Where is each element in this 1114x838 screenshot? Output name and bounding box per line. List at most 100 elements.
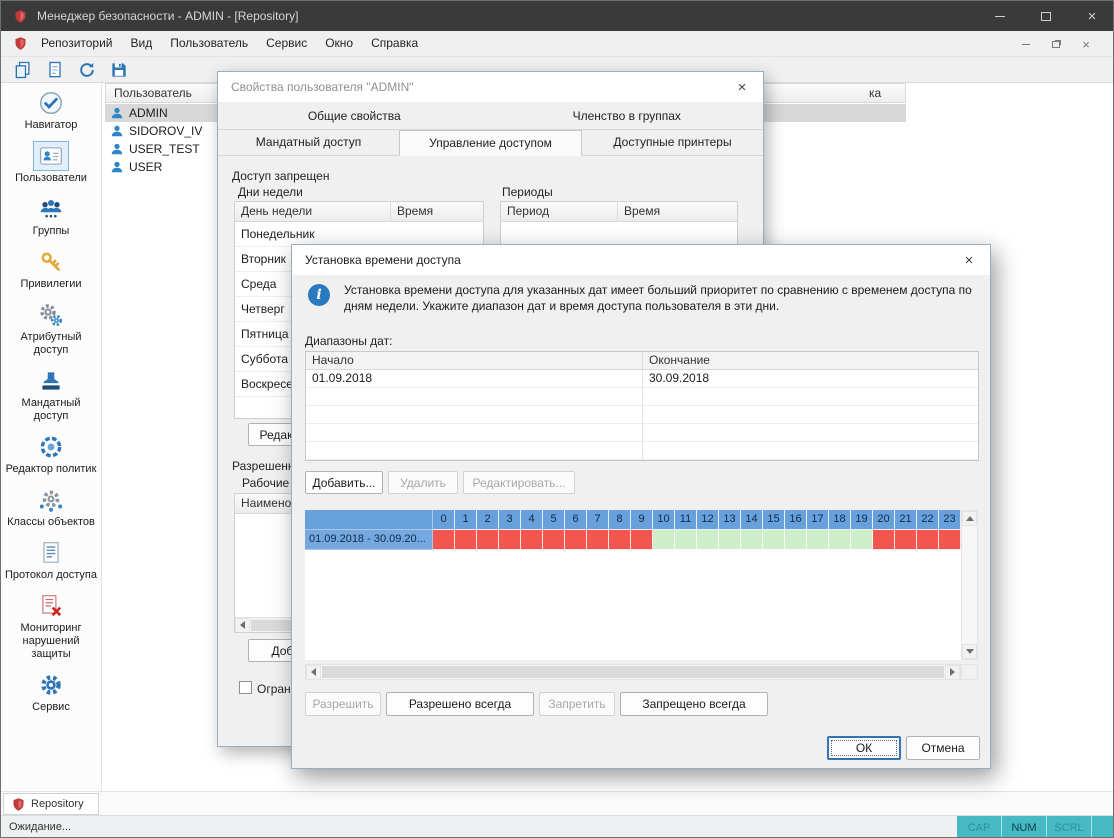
tab-available-printers[interactable]: Доступные принтеры [582, 130, 763, 156]
sidebar-item[interactable]: Привилегии [1, 247, 101, 291]
sidebar-item[interactable]: Сервис [1, 670, 101, 714]
scroll-right-icon[interactable] [945, 665, 960, 680]
grid-cell-hour-13[interactable] [719, 530, 741, 550]
grid-hour-header-16[interactable]: 16 [785, 510, 807, 530]
grid-hour-header-19[interactable]: 19 [851, 510, 873, 530]
week-col-day-header[interactable]: День недели [235, 202, 391, 221]
grid-hour-header-1[interactable]: 1 [455, 510, 477, 530]
edit-range-button[interactable]: Редактировать... [463, 471, 575, 494]
deny-always-button[interactable]: Запрещено всегда [620, 692, 768, 716]
sidebar-item[interactable]: Мониторинг нарушений защиты [1, 591, 101, 661]
grid-cell-hour-11[interactable] [675, 530, 697, 550]
grid-cell-hour-16[interactable] [785, 530, 807, 550]
minimize-icon[interactable] [977, 1, 1023, 31]
grid-cell-hour-20[interactable] [873, 530, 895, 550]
grid-hour-header-15[interactable]: 15 [763, 510, 785, 530]
grid-cell-hour-2[interactable] [477, 530, 499, 550]
properties-dialog-titlebar[interactable]: Свойства пользователя "ADMIN" × [218, 72, 763, 102]
limit-checkbox[interactable] [239, 681, 252, 694]
grid-cell-hour-1[interactable] [455, 530, 477, 550]
tab-group-membership[interactable]: Членство в группах [491, 104, 764, 130]
grid-hour-header-14[interactable]: 14 [741, 510, 763, 530]
menu-item-5[interactable]: Справка [362, 31, 427, 56]
grid-hour-header-5[interactable]: 5 [543, 510, 565, 530]
grid-cell-hour-17[interactable] [807, 530, 829, 550]
periods-col-time-header[interactable]: Время [618, 202, 737, 221]
grid-hour-header-10[interactable]: 10 [653, 510, 675, 530]
repository-tab[interactable]: Repository [3, 793, 99, 815]
menu-item-3[interactable]: Сервис [257, 31, 316, 56]
grid-hour-header-23[interactable]: 23 [939, 510, 961, 530]
sidebar-item[interactable]: Редактор политик [1, 432, 101, 476]
ok-button[interactable]: ОК [827, 736, 901, 760]
grid-cell-hour-10[interactable] [653, 530, 675, 550]
scrollbar-thumb[interactable] [322, 666, 944, 678]
close-icon[interactable]: × [721, 72, 763, 102]
grid-row-label[interactable]: 01.09.2018 - 30.09.20... [305, 530, 433, 550]
grid-cell-hour-6[interactable] [565, 530, 587, 550]
close-icon[interactable]: × [948, 245, 990, 275]
grid-hour-header-20[interactable]: 20 [873, 510, 895, 530]
sidebar-item[interactable]: Пользователи [1, 141, 101, 185]
mdi-close-icon[interactable]: × [1071, 31, 1101, 57]
grid-hour-header-18[interactable]: 18 [829, 510, 851, 530]
date-ranges-table[interactable]: Начало Окончание 01.09.201830.09.2018 [305, 351, 979, 461]
range-row-empty[interactable] [306, 424, 978, 442]
week-col-time-header[interactable]: Время [391, 202, 483, 221]
start-column-header[interactable]: Начало [306, 352, 643, 369]
cancel-button[interactable]: Отмена [906, 736, 980, 760]
grid-hour-header-9[interactable]: 9 [631, 510, 653, 530]
grid-cell-hour-21[interactable] [895, 530, 917, 550]
close-icon[interactable]: × [1069, 1, 1114, 31]
grid-hour-header-8[interactable]: 8 [609, 510, 631, 530]
mdi-minimize-icon[interactable] [1011, 31, 1041, 57]
allow-button[interactable]: Разрешить [305, 692, 381, 716]
grid-hour-header-13[interactable]: 13 [719, 510, 741, 530]
grid-cell-hour-7[interactable] [587, 530, 609, 550]
toolbar-save-icon[interactable] [107, 59, 131, 81]
range-row-empty[interactable] [306, 442, 978, 460]
sidebar-item[interactable]: Группы [1, 194, 101, 238]
scroll-left-icon[interactable] [235, 618, 250, 633]
grid-hour-header-21[interactable]: 21 [895, 510, 917, 530]
periods-col-period-header[interactable]: Период [501, 202, 618, 221]
menu-item-0[interactable]: Репозиторий [32, 31, 122, 56]
menu-item-1[interactable]: Вид [122, 31, 162, 56]
grid-cell-hour-9[interactable] [631, 530, 653, 550]
grid-hour-header-3[interactable]: 3 [499, 510, 521, 530]
grid-cell-hour-12[interactable] [697, 530, 719, 550]
grid-horizontal-scrollbar[interactable] [305, 664, 961, 680]
grid-hour-header-0[interactable]: 0 [433, 510, 455, 530]
tab-access-control[interactable]: Управление доступом [399, 130, 582, 156]
sidebar-item[interactable]: Протокол доступа [1, 538, 101, 582]
grid-hour-header-7[interactable]: 7 [587, 510, 609, 530]
menu-item-2[interactable]: Пользователь [161, 31, 257, 56]
scroll-left-icon[interactable] [306, 665, 321, 680]
grid-cell-hour-8[interactable] [609, 530, 631, 550]
grid-hour-header-4[interactable]: 4 [521, 510, 543, 530]
tab-mandatory-access[interactable]: Мандатный доступ [218, 130, 399, 156]
grid-hour-header-6[interactable]: 6 [565, 510, 587, 530]
range-row-empty[interactable] [306, 388, 978, 406]
grid-hour-header-12[interactable]: 12 [697, 510, 719, 530]
range-row[interactable]: 01.09.201830.09.2018 [306, 370, 978, 388]
grid-cell-hour-19[interactable] [851, 530, 873, 550]
grid-vertical-scrollbar[interactable] [961, 510, 978, 660]
scroll-up-icon[interactable] [962, 511, 977, 526]
grid-cell-hour-22[interactable] [917, 530, 939, 550]
menu-item-4[interactable]: Окно [316, 31, 362, 56]
grid-cell-hour-15[interactable] [763, 530, 785, 550]
sidebar-item[interactable]: Классы объектов [1, 485, 101, 529]
maximize-icon[interactable] [1023, 1, 1069, 31]
sidebar-item[interactable]: Мандатный доступ [1, 366, 101, 423]
deny-button[interactable]: Запретить [539, 692, 615, 716]
scroll-down-icon[interactable] [962, 644, 977, 659]
grid-cell-hour-5[interactable] [543, 530, 565, 550]
grid-cell-hour-3[interactable] [499, 530, 521, 550]
mdi-restore-icon[interactable] [1041, 31, 1071, 57]
grid-cell-hour-0[interactable] [433, 530, 455, 550]
toolbar-refresh-icon[interactable] [75, 59, 99, 81]
add-range-button[interactable]: Добавить... [305, 471, 383, 494]
toolbar-new-doc-icon[interactable] [11, 59, 35, 81]
grid-hour-header-11[interactable]: 11 [675, 510, 697, 530]
